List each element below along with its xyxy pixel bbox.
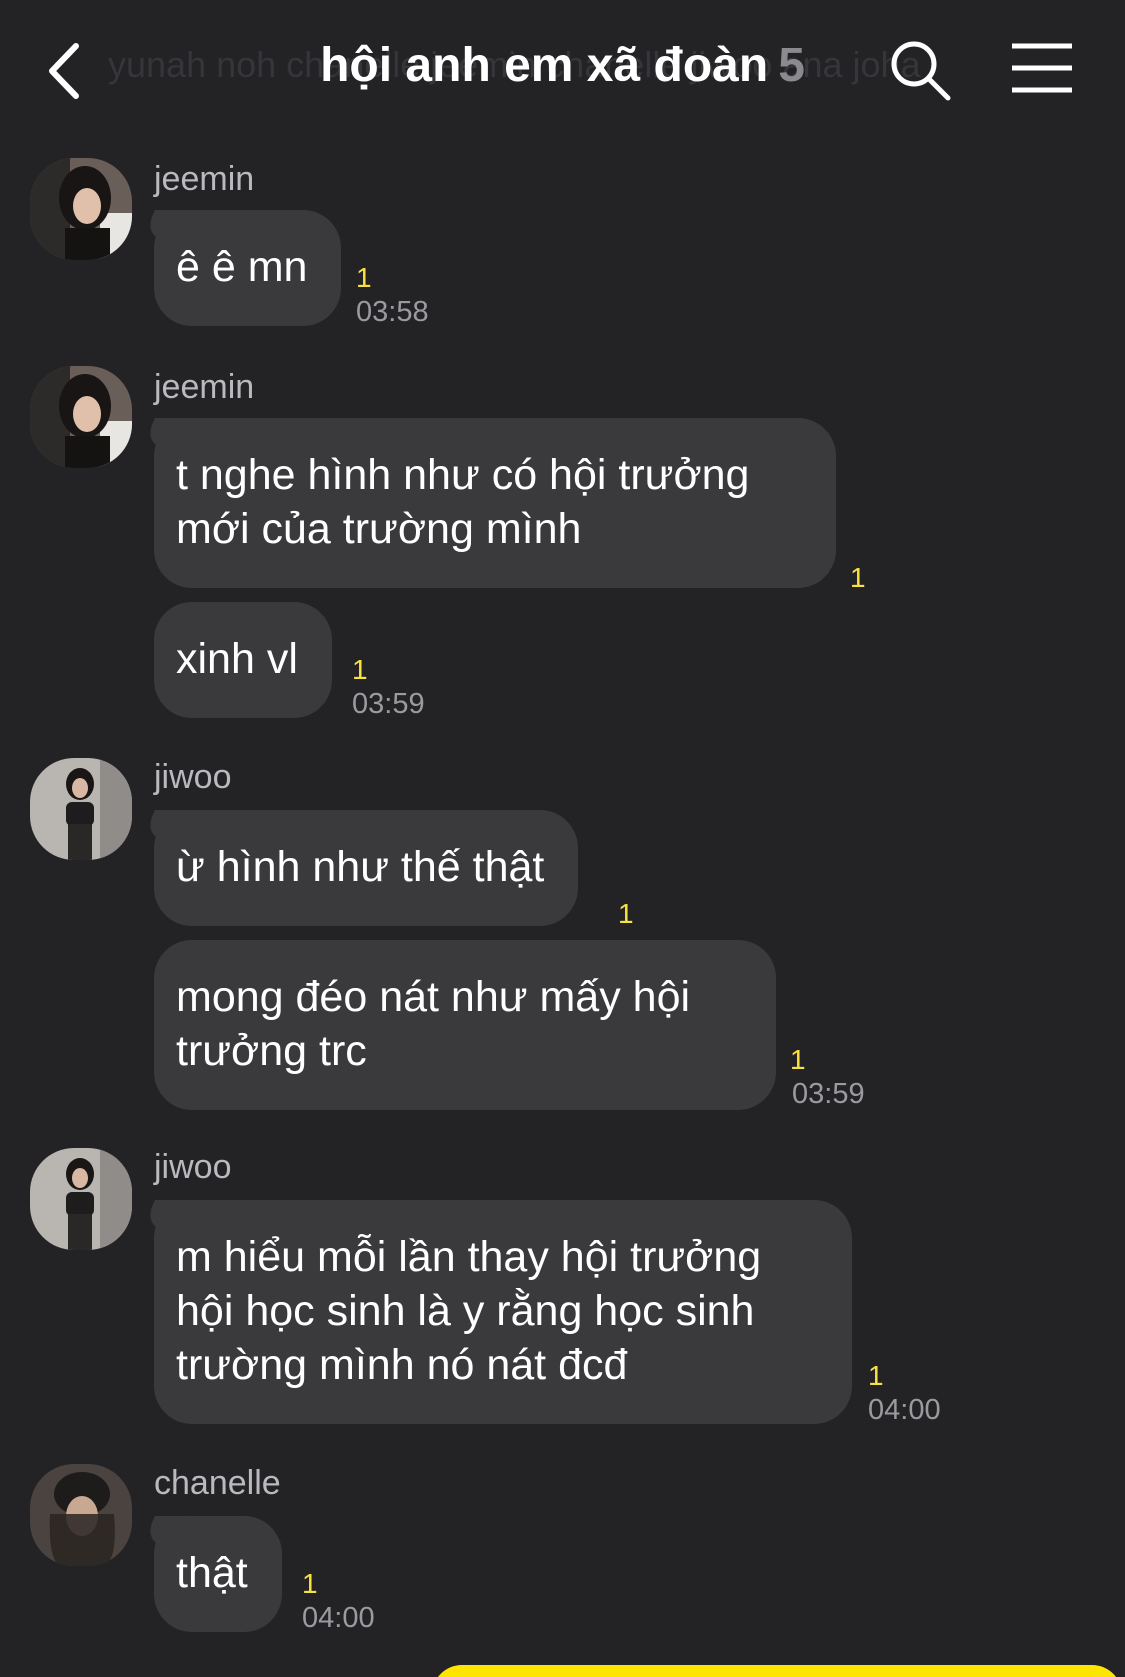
unread-count: 1 (850, 562, 866, 593)
back-button[interactable] (42, 38, 92, 104)
message-bubble[interactable]: t nghe hình như có hội trưởng mới của tr… (154, 418, 836, 588)
message-bubble[interactable]: ừ hình như thế thật (154, 810, 579, 926)
message-bubble[interactable]: xinh vl (154, 602, 332, 718)
message-time: 03:58 (356, 296, 429, 328)
avatar-jeemin[interactable] (30, 158, 132, 260)
menu-button[interactable] (1010, 42, 1074, 94)
menu-icon (1012, 43, 1072, 93)
profile-photo-icon (30, 1148, 132, 1250)
search-button[interactable] (888, 38, 954, 104)
back-arrow-icon (49, 43, 79, 99)
message-time: 04:00 (868, 1394, 941, 1426)
unread-count: 1 (352, 654, 368, 685)
chat-title-area[interactable]: hội anh em xã đoàn 5 (230, 38, 895, 93)
message-time: 03:59 (352, 688, 425, 720)
sender-name[interactable]: jeemin (154, 160, 254, 199)
sender-name[interactable]: jeemin (154, 368, 254, 407)
message-bubble[interactable]: m hiểu mỗi lần thay hội trưởng hội học s… (154, 1200, 852, 1424)
unread-count: 1 (356, 262, 372, 293)
outgoing-message-bubble[interactable] (432, 1665, 1122, 1677)
message-bubble[interactable]: ê ê mn (154, 210, 342, 326)
chat-screen: yunah noh chanelle jeemin chanelle jiwoo… (0, 0, 1125, 1677)
sender-name[interactable]: jiwoo (154, 1148, 231, 1187)
profile-photo-icon (30, 758, 132, 860)
unread-count: 1 (790, 1044, 806, 1075)
sender-name[interactable]: chanelle (154, 1464, 281, 1503)
profile-photo-icon (30, 366, 132, 468)
message-bubble[interactable]: mong đéo nát như mấy hội trưởng trc (154, 940, 776, 1110)
unread-count: 1 (302, 1568, 318, 1599)
avatar-jeemin[interactable] (30, 366, 132, 468)
avatar-jiwoo[interactable] (30, 758, 132, 860)
member-count: 5 (778, 39, 805, 92)
message-bubble[interactable]: thật (154, 1516, 282, 1632)
chat-header: yunah noh chanelle jeemin chanelle jiwoo… (0, 0, 1125, 140)
message-time: 04:00 (302, 1602, 375, 1634)
search-icon (891, 41, 951, 101)
chat-title: hội anh em xã đoàn (320, 39, 769, 92)
avatar-chanelle[interactable] (30, 1464, 132, 1566)
unread-count: 1 (868, 1360, 884, 1391)
avatar-jiwoo[interactable] (30, 1148, 132, 1250)
sender-name[interactable]: jiwoo (154, 758, 231, 797)
profile-photo-icon (30, 1464, 132, 1566)
message-time: 03:59 (792, 1078, 865, 1110)
profile-photo-icon (30, 158, 132, 260)
unread-count: 1 (618, 898, 634, 929)
